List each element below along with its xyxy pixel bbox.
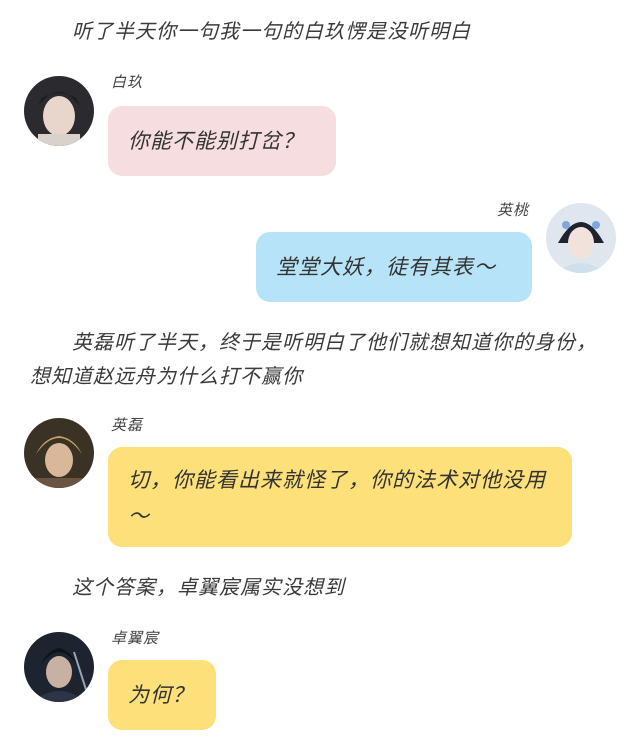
portrait-icon [546,203,616,273]
speaker-name: 卓翼宸 [111,629,160,647]
chat-bubble: 为何？ [108,660,216,730]
message-text: 堂堂大妖，徒有其表～ [276,255,496,279]
speaker-name: 英桃 [497,201,530,219]
narration-text: 听了半天你一句我一句的白玖愣是没听明白 [72,19,471,43]
message-text: 你能不能别打岔？ [128,129,304,153]
message-text: 切，你能看出来就怪了，你的法术对他没用～ [128,468,546,528]
speaker-name: 英磊 [111,416,144,434]
avatar-baijiu[interactable] [24,76,94,146]
chat-bubble: 堂堂大妖，徒有其表～ [256,232,532,302]
portrait-icon [24,76,94,146]
portrait-icon [24,418,94,488]
avatar-zhuoyichen[interactable] [24,632,94,702]
chat-bubble: 你能不能别打岔？ [108,106,336,176]
portrait-icon [24,632,94,702]
speaker-name: 白玖 [111,73,144,91]
avatar-yinglei[interactable] [24,418,94,488]
message-text: 为何？ [128,683,194,707]
avatar-yingtao[interactable] [546,203,616,273]
narration-text: 英磊听了半天，终于是听明白了他们就想知道你的身份，想知道赵远舟为什么打不赢你 [30,330,597,388]
chat-bubble: 切，你能看出来就怪了，你的法术对他没用～ [108,447,572,547]
narration-text: 这个答案，卓翼宸属实没想到 [72,575,345,599]
